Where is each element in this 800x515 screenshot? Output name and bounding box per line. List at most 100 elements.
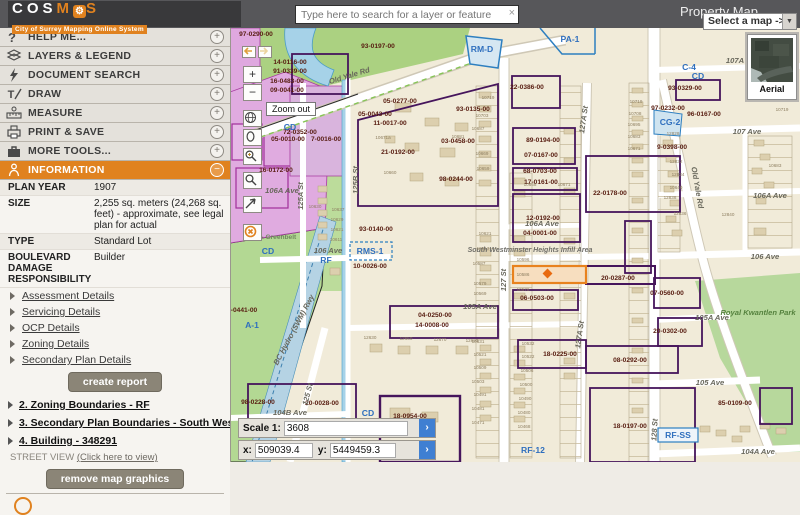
map-label: 107 Ave: [733, 127, 762, 136]
street-view-link[interactable]: (Click here to view): [77, 452, 158, 463]
map-select-dropdown[interactable]: Select a map -> ▼: [703, 13, 797, 30]
parcel-map-canvas[interactable]: 97-0290-0014-0116-0091-0339-0016-0483-00…: [230, 28, 800, 462]
map-label: 12670: [434, 337, 447, 342]
map-label: RF-12: [521, 445, 545, 455]
expand-icon[interactable]: +: [210, 49, 224, 63]
zoning-details-link[interactable]: Zoning Details: [0, 336, 230, 352]
map-label: 10532: [522, 341, 535, 346]
x-label: x:: [243, 445, 252, 456]
triangle-right-icon: [8, 437, 13, 445]
expand-icon[interactable]: +: [210, 125, 224, 139]
map-label: 10471: [472, 420, 485, 425]
map-label: 04-0001-00: [523, 230, 557, 237]
forward-arrow-button[interactable]: [258, 46, 272, 58]
back-arrow-button[interactable]: [242, 46, 256, 58]
logo-subtitle: City of Surrey Mapping Online System: [12, 25, 147, 34]
sidebar-item-document-search[interactable]: DOCUMENT SEARCH +: [0, 66, 230, 85]
map-label: 125A St: [296, 182, 305, 210]
scale-go-button[interactable]: ›: [419, 419, 435, 437]
map-label: CD: [284, 122, 296, 132]
scale-input[interactable]: [284, 421, 408, 436]
globe-extent-button[interactable]: [243, 110, 262, 127]
map-label: 12836: [674, 211, 687, 216]
map-label: CD: [262, 246, 274, 256]
map-label: 12650: [400, 336, 413, 341]
assessment-details-link[interactable]: Assessment Details: [0, 288, 230, 304]
layers-icon: [6, 49, 22, 63]
map-label: RM-D: [471, 44, 493, 54]
coordinate-go-button[interactable]: ›: [419, 441, 435, 459]
sidebar-item-measure[interactable]: MEASURE +: [0, 104, 230, 123]
map-label: 97-0232-00: [651, 105, 685, 112]
field-plan-year: PLAN YEAR 1907: [0, 180, 230, 196]
sidebar-item-layers[interactable]: LAYERS & LEGEND +: [0, 47, 230, 66]
layer-search-input[interactable]: [299, 6, 499, 23]
zoom-out-button[interactable]: −: [243, 84, 262, 101]
map-label: 10521: [474, 352, 487, 357]
expand-icon[interactable]: +: [210, 87, 224, 101]
aerial-image: [751, 38, 793, 82]
toolbox-icon: [6, 144, 22, 158]
pan-button[interactable]: [243, 129, 262, 146]
expand-icon[interactable]: +: [210, 106, 224, 120]
map-label: 12838: [664, 195, 677, 200]
map-label: 20-0287-00: [601, 275, 635, 282]
result-building[interactable]: 4. Building - 348291: [0, 432, 230, 450]
map-label: 91-0339-00: [273, 68, 307, 75]
sidebar-item-draw[interactable]: T DRAW +: [0, 85, 230, 104]
information-person-icon: [6, 163, 22, 177]
map-label: 08-0292-00: [613, 357, 647, 364]
map-label: 10671: [628, 146, 641, 151]
map-label: 10637: [332, 207, 345, 212]
map-label: 14-0008-00: [415, 322, 449, 329]
sidebar-item-more-tools[interactable]: MORE TOOLS... +: [0, 142, 230, 161]
create-report-button[interactable]: create report: [68, 372, 162, 392]
y-coordinate-input[interactable]: [330, 443, 396, 458]
x-coordinate-input[interactable]: [255, 443, 313, 458]
map-label: 10579: [474, 281, 487, 286]
triangle-right-icon: [8, 401, 13, 409]
sidebar-item-information[interactable]: INFORMATION −: [0, 161, 230, 180]
ocp-details-link[interactable]: OCP Details: [0, 320, 230, 336]
layer-search: ×: [295, 5, 519, 24]
result-secondary-plan[interactable]: 3. Secondary Plan Boundaries - South Wes…: [0, 414, 230, 432]
expand-icon[interactable]: +: [210, 144, 224, 158]
servicing-details-link[interactable]: Servicing Details: [0, 304, 230, 320]
map-label: 10490: [519, 396, 532, 401]
coordinate-row: x: y: ›: [238, 440, 436, 460]
map-label: 96-0167-00: [687, 111, 721, 118]
expand-icon[interactable]: +: [210, 68, 224, 82]
map-label: 125B St: [351, 166, 360, 194]
map-label: 22-0386-00: [510, 84, 544, 91]
map-label: RF: [320, 255, 331, 265]
result-zoning-boundaries[interactable]: 2. Zoning Boundaries - RF: [0, 396, 230, 414]
map-label: 10576: [517, 287, 530, 292]
map-label: 10522: [522, 354, 535, 359]
clear-selection-button[interactable]: [243, 224, 262, 241]
map-label: 10596: [517, 257, 530, 262]
map-label: 22-0178-00: [593, 190, 627, 197]
map-label: 93-0197-00: [361, 43, 395, 50]
clear-search-icon[interactable]: ×: [509, 7, 515, 19]
map-label: 10681: [452, 134, 465, 139]
pointer-arrow-button[interactable]: [243, 196, 262, 213]
map-label: 85-0109-00: [718, 400, 752, 407]
information-panel: PLAN YEAR 1907 SIZE 2,255 sq. meters (24…: [0, 180, 230, 515]
map-label: 12630: [364, 335, 377, 340]
map-label: 06-0503-00: [520, 295, 554, 302]
aerial-thumbnail[interactable]: Aerial: [747, 34, 797, 100]
zoom-box-magnifier-button[interactable]: [243, 148, 262, 165]
map-viewport[interactable]: 97-0290-0014-0116-0091-0339-0016-0483-00…: [230, 28, 800, 462]
remove-map-graphics-button[interactable]: remove map graphics: [46, 469, 185, 489]
map-label: 93-0140-00: [359, 226, 393, 233]
map-label: CD: [692, 71, 704, 81]
cosmos-logo[interactable]: COSM⚙S City of Surrey Mapping Online Sys…: [8, 1, 241, 27]
collapse-icon[interactable]: −: [210, 163, 224, 177]
zoom-in-button[interactable]: +: [243, 66, 262, 83]
search-magnifier-button[interactable]: [243, 172, 262, 189]
field-size: SIZE 2,255 sq. meters (24,268 sq. feet) …: [0, 196, 230, 234]
map-label: Royal Kwantlen Park: [720, 308, 796, 317]
sidebar-item-print-save[interactable]: PRINT & SAVE +: [0, 123, 230, 142]
secondary-plan-details-link[interactable]: Secondary Plan Details: [0, 352, 230, 368]
map-label: 68-0703-00: [523, 168, 557, 175]
